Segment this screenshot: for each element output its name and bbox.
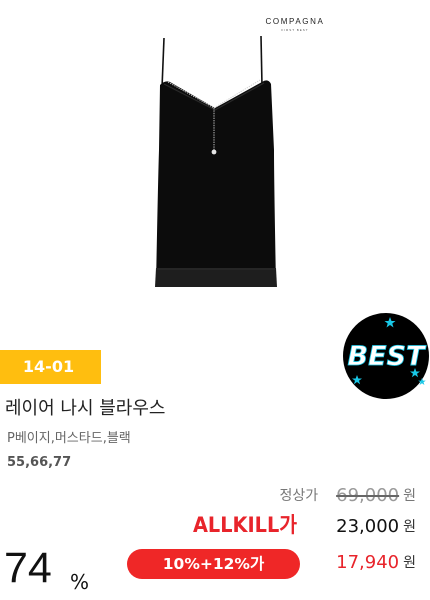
best-badge-text: BEST	[348, 341, 427, 372]
allkill-price-row: 23,000 원	[336, 513, 416, 539]
product-code-badge: 14-01	[0, 350, 101, 384]
regular-price-row: 정상가 69,000 원	[279, 482, 416, 508]
product-sizes: 55,66,77	[7, 455, 72, 470]
allkill-logo: ALLKILL가	[193, 513, 298, 536]
discount-badge: 10%+12%가	[127, 549, 300, 579]
product-title[interactable]: 레이어 나시 블라우스	[5, 394, 165, 420]
best-badge: BEST	[343, 313, 429, 399]
product-card[interactable]: COMPAGNA FIRST BEST BEST 14-01 레이어 나시 블라…	[0, 0, 430, 600]
discount-rate-value: 74	[4, 544, 52, 592]
allkill-price: 23,000	[336, 515, 400, 537]
final-price-row: 17,940 원	[336, 549, 416, 575]
currency-label: 원	[403, 519, 416, 535]
svg-text:ALLKILL가: ALLKILL가	[193, 513, 298, 536]
final-price: 17,940	[336, 551, 400, 573]
discount-rate-unit: %	[70, 570, 90, 594]
currency-label: 원	[403, 488, 416, 504]
currency-label: 원	[403, 555, 416, 571]
regular-price-label: 정상가	[279, 488, 319, 504]
product-image[interactable]	[140, 30, 295, 292]
product-colors: P베이지,머스타드,블랙	[7, 431, 131, 446]
regular-price: 69,000	[336, 484, 400, 506]
brand-logo: COMPAGNA	[265, 17, 325, 26]
